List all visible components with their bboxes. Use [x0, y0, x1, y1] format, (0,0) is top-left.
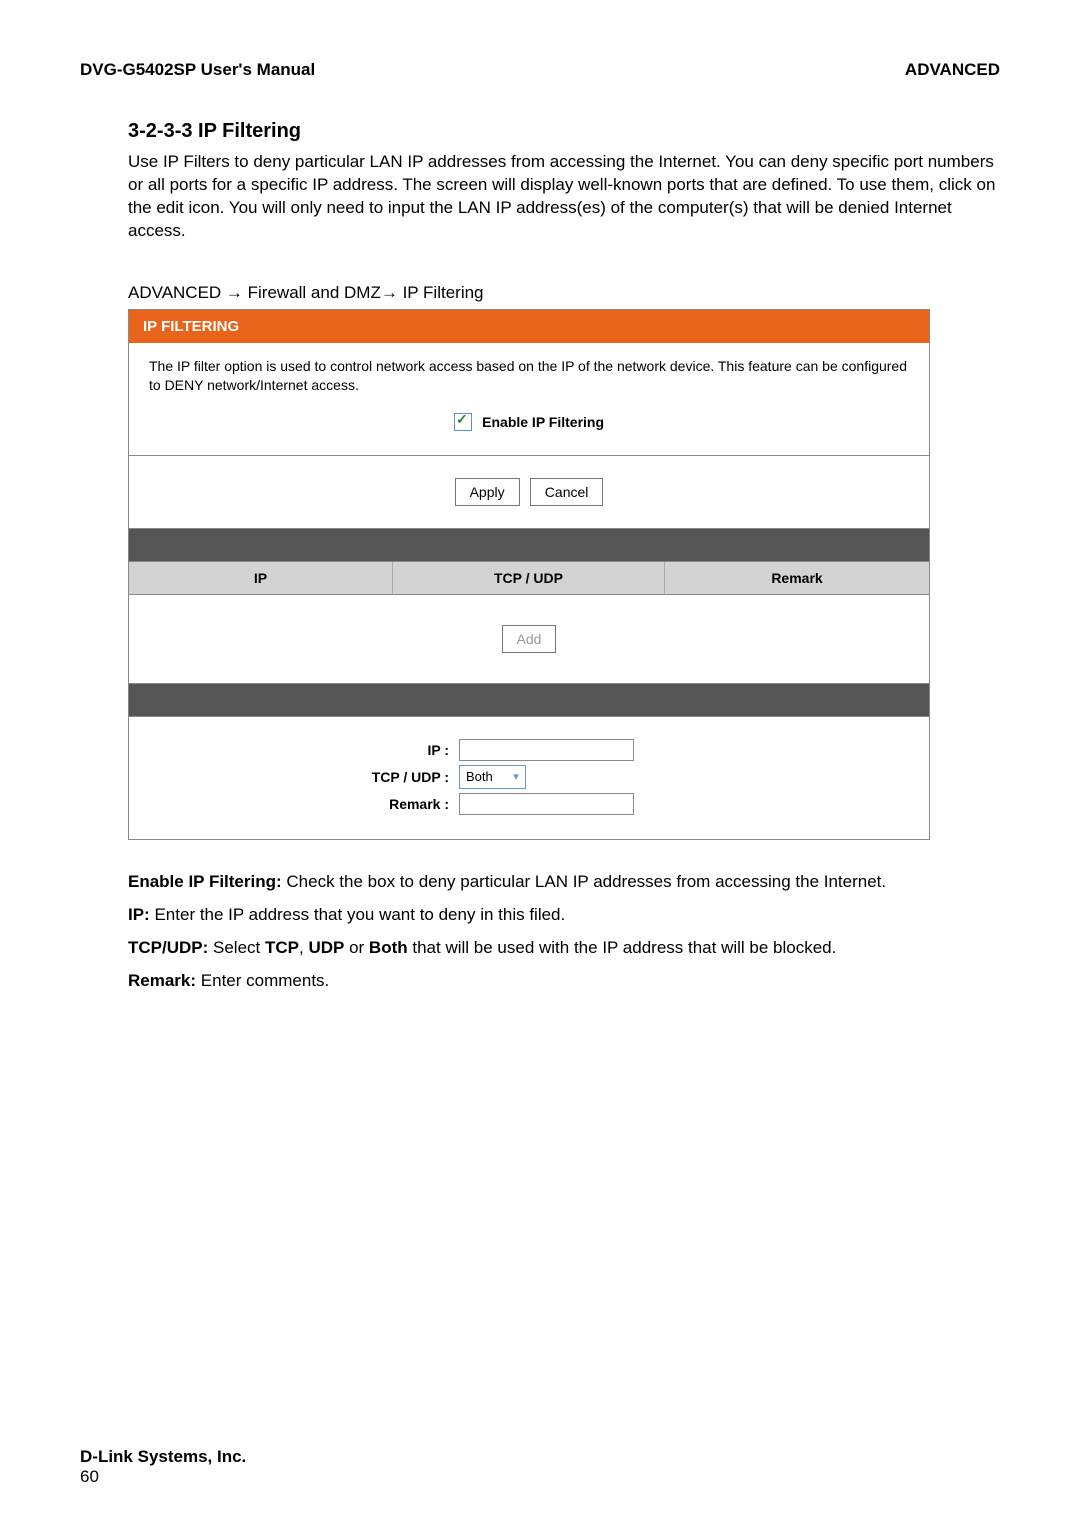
def-tcpudp-both: Both [369, 938, 408, 957]
tcp-udp-field-label: TCP / UDP : [149, 769, 459, 785]
enable-ip-filtering-label: Enable IP Filtering [482, 414, 604, 430]
divider-bar-bottom [129, 684, 929, 717]
def-tcpudp-label: TCP/UDP: [128, 938, 208, 957]
def-tcpudp-pre: Select [213, 938, 265, 957]
definitions-block: Enable IP Filtering: Check the box to de… [128, 868, 1000, 995]
def-enable-label: Enable IP Filtering: [128, 872, 282, 891]
panel-description: The IP filter option is used to control … [149, 357, 909, 395]
ip-input[interactable] [459, 739, 634, 761]
section-heading: 3-2-3-3 IP Filtering [128, 120, 1000, 143]
filter-edit-form: IP : TCP / UDP : Both ▾ Remark : [129, 717, 929, 839]
remark-field-label: Remark : [149, 796, 459, 812]
footer-page-number: 60 [80, 1467, 246, 1487]
def-tcpudp-post: that will be used with the IP address th… [412, 938, 836, 957]
intro-paragraph: Use IP Filters to deny particular LAN IP… [128, 151, 1000, 243]
cancel-button[interactable]: Cancel [530, 478, 604, 506]
remark-input[interactable] [459, 793, 634, 815]
enable-ip-filtering-checkbox[interactable] [454, 413, 472, 431]
tcp-udp-select-value: Both [460, 769, 506, 784]
tcp-udp-select[interactable]: Both ▾ [459, 765, 526, 789]
ip-filtering-panel: IP FILTERING The IP filter option is use… [128, 309, 930, 840]
column-remark: Remark [665, 562, 929, 594]
def-ip-text: Enter the IP address that you want to de… [154, 905, 565, 924]
breadcrumb: ADVANCED → Firewall and DMZ→ IP Filterin… [128, 283, 1000, 303]
divider-bar-top [129, 529, 929, 562]
add-button[interactable]: Add [502, 625, 557, 653]
ip-field-label: IP : [149, 742, 459, 758]
manual-title: DVG-G5402SP User's Manual [80, 60, 315, 80]
def-tcpudp-udp: UDP [308, 938, 344, 957]
panel-title: IP FILTERING [129, 310, 929, 343]
chevron-down-icon: ▾ [506, 766, 525, 788]
column-ip: IP [129, 562, 393, 594]
header-section: ADVANCED [905, 60, 1000, 80]
def-tcpudp-tcp: TCP [265, 938, 299, 957]
footer-company: D-Link Systems, Inc. [80, 1447, 246, 1467]
def-remark-label: Remark: [128, 971, 196, 990]
def-ip-label: IP: [128, 905, 150, 924]
def-remark-text: Enter comments. [201, 971, 330, 990]
filter-table-header: IP TCP / UDP Remark [129, 562, 929, 595]
apply-button[interactable]: Apply [455, 478, 520, 506]
column-tcp-udp: TCP / UDP [393, 562, 665, 594]
def-enable-text: Check the box to deny particular LAN IP … [286, 872, 886, 891]
